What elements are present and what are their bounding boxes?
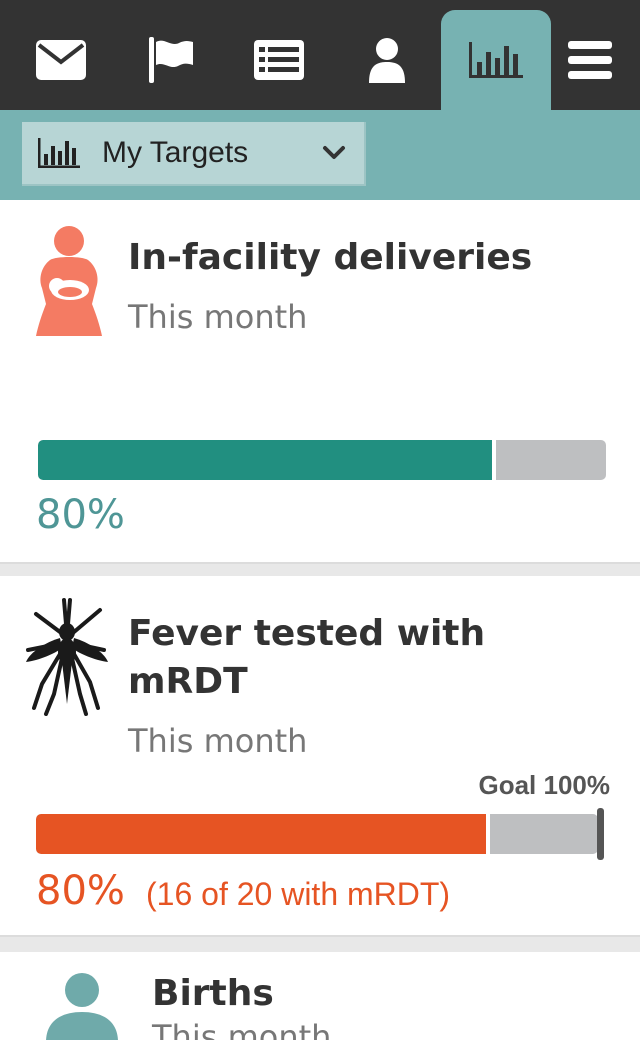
baby-icon: [46, 973, 118, 1040]
target-card-births[interactable]: Births This month: [0, 952, 640, 1040]
target-title-line-1: Fever tested with: [128, 613, 486, 654]
hamburger-icon: [568, 41, 612, 79]
target-title: In-facility deliveries: [128, 237, 533, 278]
progress-bar-fill: [38, 440, 493, 480]
goal-label: Goal 100%: [478, 770, 610, 800]
sub-header: My Targets: [0, 110, 640, 200]
target-period: This month: [128, 722, 308, 760]
nav-menu[interactable]: [540, 10, 640, 110]
progress-percent: 80%: [36, 492, 125, 538]
chevron-down-icon: [323, 146, 345, 159]
list-icon: [254, 40, 304, 80]
mosquito-icon: [26, 598, 108, 716]
progress-percent: 80%: [36, 868, 125, 914]
nav-analytics[interactable]: [441, 10, 551, 110]
target-title: Births: [152, 973, 274, 1014]
target-period: This month: [128, 298, 308, 336]
top-navigation: [0, 0, 640, 110]
nav-reports[interactable]: [224, 10, 334, 110]
envelope-icon: [36, 40, 86, 80]
bar-chart-icon: [469, 42, 523, 78]
target-card-fever-tested[interactable]: Fever tested with mRDT This month Goal 1…: [0, 576, 640, 937]
progress-bar-divider: [485, 814, 490, 854]
flag-icon: [149, 37, 193, 83]
target-card-in-facility-deliveries[interactable]: In-facility deliveries This month 80%: [0, 200, 640, 564]
nav-people[interactable]: [332, 10, 442, 110]
bar-chart-icon: [38, 138, 80, 168]
nav-messages[interactable]: [6, 10, 116, 110]
progress-bar: [36, 814, 598, 854]
targets-dropdown-label: My Targets: [102, 136, 249, 169]
target-title-line-2: mRDT: [128, 661, 248, 702]
progress-bar-divider: [492, 440, 497, 480]
nav-tasks[interactable]: [116, 10, 226, 110]
person-icon: [369, 38, 405, 83]
progress-detail: (16 of 20 with mRDT): [146, 876, 451, 912]
progress-bar-fill: [36, 814, 486, 854]
target-period: This month: [152, 1018, 332, 1040]
targets-dropdown[interactable]: My Targets: [22, 122, 366, 186]
target-title: Fever tested with mRDT: [128, 610, 485, 706]
goal-marker: [597, 808, 604, 860]
progress-bar: [38, 440, 606, 480]
mother-baby-icon: [36, 226, 102, 336]
